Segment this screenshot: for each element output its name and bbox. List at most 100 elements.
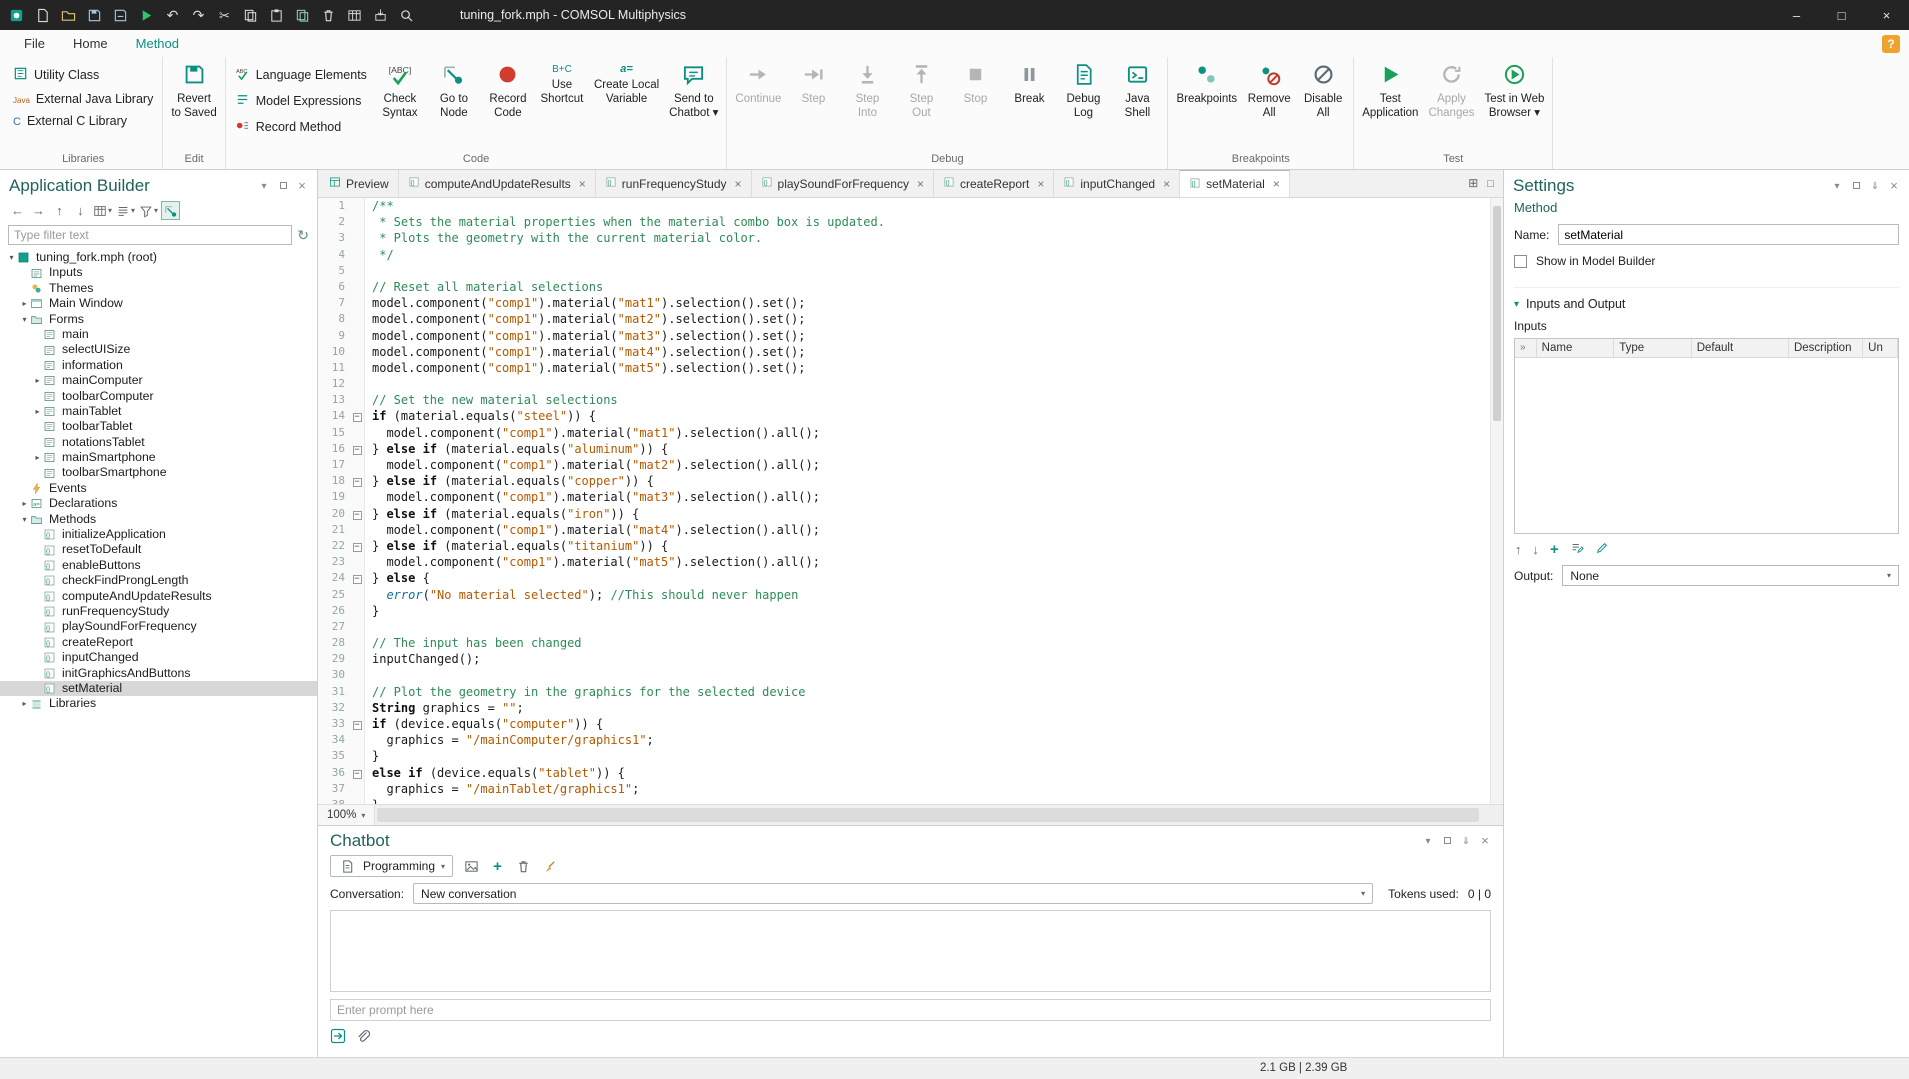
column-header-description[interactable]: Description [1789,339,1863,357]
code-line[interactable]: 21 model.component("comp1").material("ma… [318,522,1503,538]
column-header-un[interactable]: Un [1863,339,1898,357]
ribbon-button-use-shortcut[interactable]: B+CUse Shortcut [535,57,589,151]
tree-item-libraries[interactable]: ▸Libraries [0,696,317,711]
ribbon-button-external-java-library[interactable]: JavaExternal Java Library [13,92,153,106]
ribbon-button-language-elements[interactable]: ABCLanguage Elements [235,66,367,84]
ribbon-button-remove-all[interactable]: Remove All [1242,57,1296,151]
code-line[interactable]: 8model.component("comp1").material("mat2… [318,311,1503,327]
code-line[interactable]: 26} [318,603,1503,619]
run-icon[interactable] [135,4,158,26]
ribbon-button-record-code[interactable]: Record Code [481,57,535,151]
add-icon[interactable]: + [1550,542,1559,557]
tree-item-initializeapplication[interactable]: {}initializeApplication [0,527,317,542]
ribbon-button-disable-all[interactable]: Disable All [1296,57,1350,151]
expander-closed-icon[interactable]: ▸ [32,450,43,465]
line-number[interactable]: 10 [318,344,350,360]
code-line[interactable]: 6// Reset all material selections [318,279,1503,295]
maximize-editor-icon[interactable]: □ [1487,178,1494,190]
line-number[interactable]: 26 [318,603,350,619]
editor-tab-runfrequencystudy[interactable]: {}runFrequencyStudy× [596,170,752,197]
code-line[interactable]: 15 model.component("comp1").material("ma… [318,425,1503,441]
list-view-icon[interactable]: ▾ [115,201,136,220]
code-line[interactable]: 23 model.component("comp1").material("ma… [318,554,1503,570]
table-icon[interactable] [343,4,366,26]
code-line[interactable]: 29inputChanged(); [318,651,1503,667]
horizontal-scrollbar[interactable] [375,805,1503,825]
export-icon[interactable] [369,4,392,26]
tree-item-notationstablet[interactable]: notationsTablet [0,435,317,450]
tree-item-toolbarcomputer[interactable]: toolbarComputer [0,389,317,404]
line-number[interactable]: 4 [318,247,350,263]
line-number[interactable]: 23 [318,554,350,570]
ribbon-button-external-c-library[interactable]: CExternal C Library [13,114,153,128]
tree-item-tuning-fork-mph-root-[interactable]: ▾tuning_fork.mph (root) [0,250,317,265]
undo-icon[interactable]: ↶ [161,4,184,26]
column-header-name[interactable]: Name [1537,339,1615,357]
expander-open-icon[interactable]: ▾ [19,512,30,527]
fold-marker[interactable]: − [350,716,365,732]
tree-item-main[interactable]: main [0,327,317,342]
tree-item-computeandupdateresults[interactable]: {}computeAndUpdateResults [0,589,317,604]
scrollbar-thumb[interactable] [1493,206,1501,421]
tree-item-initgraphicsandbuttons[interactable]: {}initGraphicsAndButtons [0,666,317,681]
pin-icon[interactable]: ⇓ [1460,835,1472,847]
collapse-icon[interactable]: ▾ [1831,180,1843,192]
ribbon-tab-home[interactable]: Home [59,30,122,57]
edit-icon[interactable] [1595,541,1609,558]
ribbon-button-test-application[interactable]: Test Application [1357,57,1423,151]
code-line[interactable]: 32String graphics = ""; [318,700,1503,716]
editor-tab-preview[interactable]: Preview [320,170,399,197]
code-line[interactable]: 11model.component("comp1").material("mat… [318,360,1503,376]
code-line[interactable]: 38} [318,797,1503,804]
paste-icon[interactable] [265,4,288,26]
code-line[interactable]: 1/** [318,198,1503,214]
line-number[interactable]: 17 [318,457,350,473]
editor-tab-createreport[interactable]: {}createReport× [934,170,1054,197]
code-line[interactable]: 16−} else if (material.equals("aluminum"… [318,441,1503,457]
code-line[interactable]: 35} [318,748,1503,764]
prompt-input[interactable] [330,999,1491,1021]
forward-icon[interactable]: → [29,201,48,220]
tree-item-resettodefault[interactable]: {}resetToDefault [0,542,317,557]
tree-item-inputs[interactable]: Inputs [0,265,317,280]
line-number[interactable]: 18 [318,473,350,489]
vertical-scrollbar[interactable] [1490,198,1503,804]
code-line[interactable]: 25 error("No material selected"); //This… [318,587,1503,603]
expander-open-icon[interactable]: ▾ [6,250,17,265]
editor-tab-playsoundforfrequency[interactable]: {}playSoundForFrequency× [752,170,934,197]
line-number[interactable]: 12 [318,376,350,392]
line-number[interactable]: 37 [318,781,350,797]
line-number[interactable]: 15 [318,425,350,441]
code-line[interactable]: 34 graphics = "/mainComputer/graphics1"; [318,732,1503,748]
ribbon-button-check-syntax[interactable]: [ABC]Check Syntax [373,57,427,151]
output-dropdown[interactable]: None ▾ [1562,565,1899,586]
code-line[interactable]: 37 graphics = "/mainTablet/graphics1"; [318,781,1503,797]
fold-marker[interactable]: − [350,506,365,522]
code-line[interactable]: 17 model.component("comp1").material("ma… [318,457,1503,473]
editor-tab-computeandupdateresults[interactable]: {}computeAndUpdateResults× [399,170,596,197]
copy-icon[interactable] [239,4,262,26]
tree-item-createreport[interactable]: {}createReport [0,635,317,650]
expander-closed-icon[interactable]: ▸ [19,496,30,511]
editor-tab-inputchanged[interactable]: {}inputChanged× [1054,170,1180,197]
new-file-icon[interactable] [31,4,54,26]
show-in-model-builder-checkbox[interactable] [1514,255,1527,268]
line-number[interactable]: 6 [318,279,350,295]
code-line[interactable]: 5 [318,263,1503,279]
tree-item-toolbarsmartphone[interactable]: toolbarSmartphone [0,465,317,480]
tree-item-themes[interactable]: Themes [0,281,317,296]
code-line[interactable]: 24−} else { [318,570,1503,586]
redo-icon[interactable]: ↷ [187,4,210,26]
duplicate-icon[interactable] [291,4,314,26]
close-tab-icon[interactable]: × [1163,177,1170,191]
ribbon-button-utility-class[interactable]: Utility Class [13,66,153,84]
line-number[interactable]: 25 [318,587,350,603]
delete-icon[interactable] [317,4,340,26]
pin-icon[interactable]: ⇓ [1869,180,1881,192]
code-line[interactable]: 22−} else if (material.equals("titanium"… [318,538,1503,554]
code-line[interactable]: 4 */ [318,247,1503,263]
close-icon[interactable]: × [1479,834,1491,848]
code-line[interactable]: 19 model.component("comp1").material("ma… [318,489,1503,505]
line-number[interactable]: 5 [318,263,350,279]
line-number[interactable]: 34 [318,732,350,748]
